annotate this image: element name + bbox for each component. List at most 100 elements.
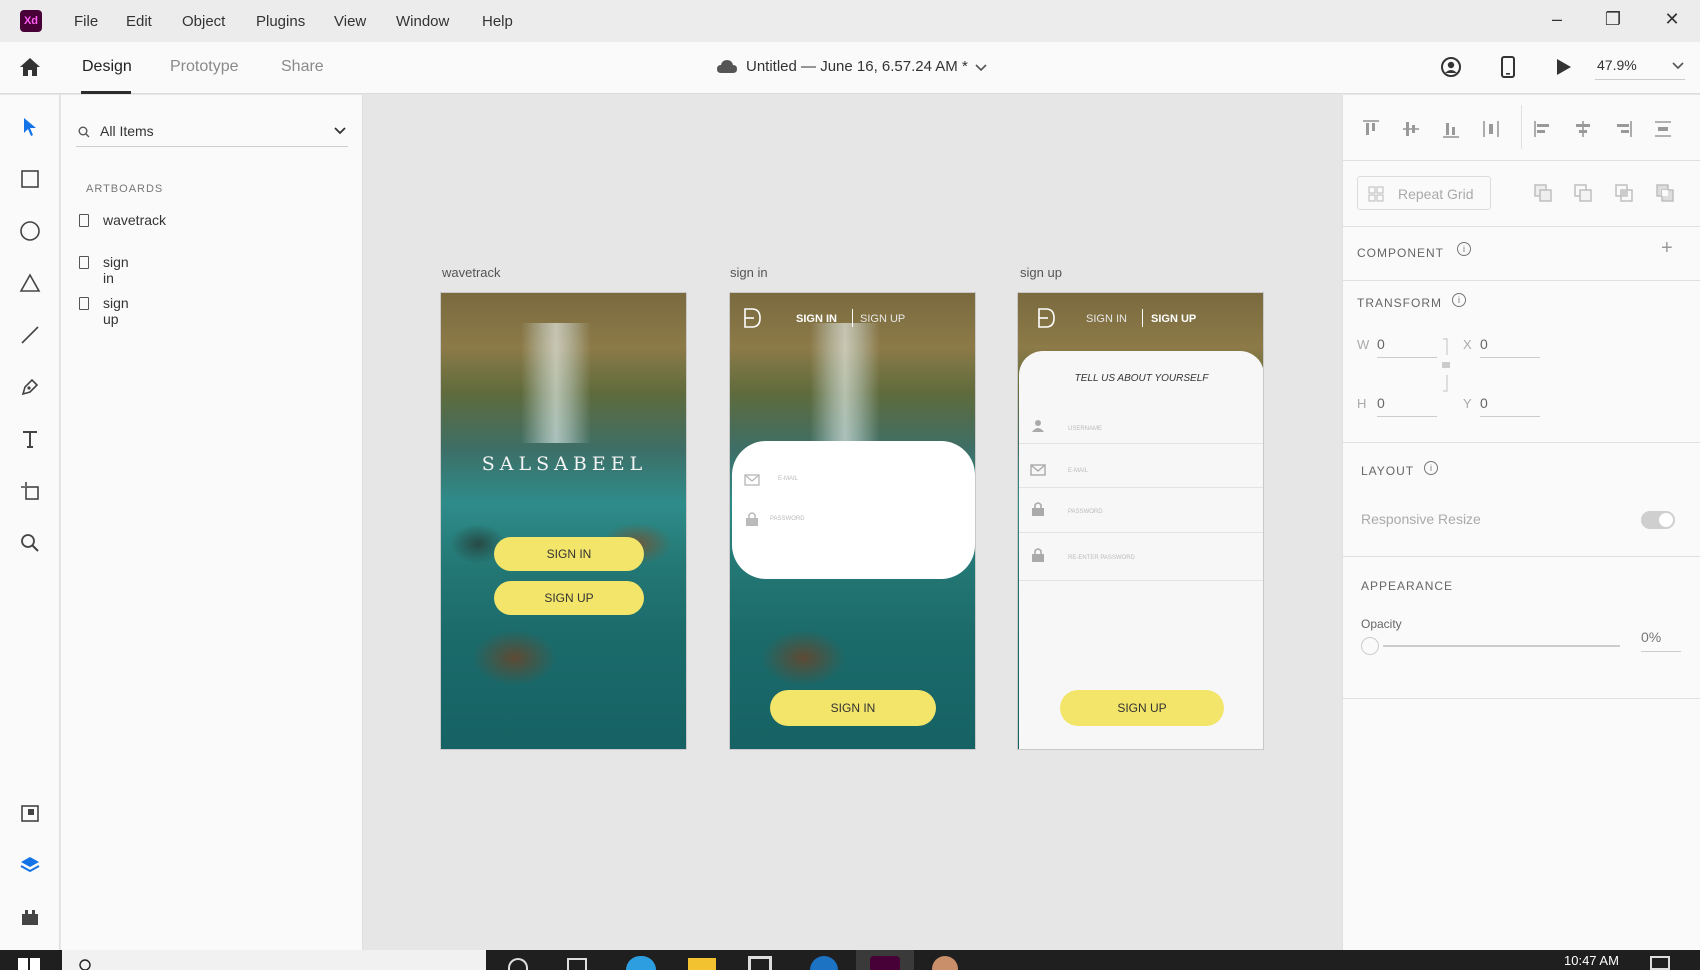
- select-tool-icon[interactable]: [18, 115, 42, 139]
- artboard-label-wavetrack[interactable]: wavetrack: [442, 265, 501, 280]
- plugins-icon[interactable]: [18, 905, 42, 929]
- home-icon[interactable]: [18, 56, 42, 78]
- info-icon[interactable]: i: [1424, 461, 1438, 475]
- task-view-icon[interactable]: [508, 958, 528, 970]
- assets-icon[interactable]: [18, 801, 42, 825]
- responsive-resize-toggle[interactable]: [1641, 511, 1675, 529]
- xd-taskbar-item[interactable]: [856, 950, 914, 970]
- sign-in-button[interactable]: SIGN IN: [494, 537, 644, 571]
- artboard-wavetrack[interactable]: SALSABEEL SIGN IN SIGN UP: [440, 292, 687, 750]
- restore-icon[interactable]: ❐: [1598, 9, 1628, 30]
- menu-window[interactable]: Window: [396, 13, 449, 30]
- opacity-slider-track[interactable]: [1383, 645, 1620, 647]
- play-icon[interactable]: [1555, 57, 1573, 77]
- width-input[interactable]: 0: [1377, 336, 1385, 352]
- tab-sign-up[interactable]: SIGN UP: [860, 313, 905, 325]
- info-icon[interactable]: i: [1457, 242, 1471, 256]
- y-input[interactable]: 0: [1480, 395, 1488, 411]
- close-icon[interactable]: ✕: [1657, 9, 1687, 30]
- device-preview-icon[interactable]: [1500, 55, 1516, 79]
- polygon-tool-icon[interactable]: [18, 271, 42, 295]
- artboard-sign-up[interactable]: SIGN IN SIGN UP TELL US ABOUT YOURSELF U…: [1017, 292, 1264, 750]
- lock-aspect-icon[interactable]: [1439, 337, 1451, 393]
- taskbar-search-box[interactable]: [62, 950, 486, 970]
- user-app-icon[interactable]: [932, 956, 958, 970]
- align-right-icon[interactable]: [1613, 119, 1633, 139]
- taskbar-clock[interactable]: 10:47 AM: [1564, 953, 1619, 968]
- text-tool-icon[interactable]: [18, 427, 42, 451]
- tab-design[interactable]: Design: [82, 58, 132, 76]
- sign-in-button[interactable]: SIGN IN: [770, 690, 936, 726]
- menu-object[interactable]: Object: [182, 13, 225, 30]
- distribute-vertical-icon[interactable]: [1481, 119, 1501, 139]
- field-divider: [1019, 580, 1263, 581]
- user-icon[interactable]: [1440, 56, 1462, 78]
- rectangle-tool-icon[interactable]: [18, 167, 42, 191]
- appearance-label: APPEARANCE: [1361, 579, 1454, 593]
- tab-share[interactable]: Share: [281, 58, 324, 76]
- info-icon[interactable]: i: [1452, 293, 1466, 307]
- menu-view[interactable]: View: [334, 13, 366, 30]
- windows-start-icon[interactable]: [18, 954, 40, 970]
- tab-prototype[interactable]: Prototype: [170, 58, 238, 76]
- align-middle-icon[interactable]: [1401, 119, 1421, 139]
- sign-up-button[interactable]: SIGN UP: [494, 581, 644, 615]
- menu-help[interactable]: Help: [482, 13, 513, 30]
- store-icon[interactable]: [748, 956, 772, 970]
- repeat-grid-button[interactable]: Repeat Grid: [1357, 176, 1491, 210]
- tab-sign-in[interactable]: SIGN IN: [796, 313, 837, 325]
- zoom-level[interactable]: 47.9%: [1597, 57, 1637, 73]
- tab-sign-in[interactable]: SIGN IN: [1086, 313, 1127, 325]
- field-divider: [1019, 443, 1263, 444]
- boolean-subtract-icon[interactable]: [1573, 183, 1593, 203]
- reenter-password-field[interactable]: RE-ENTER PASSWORD: [1068, 555, 1135, 561]
- document-title[interactable]: Untitled — June 16, 6.57.24 AM *: [746, 58, 968, 75]
- align-center-icon[interactable]: [1573, 119, 1593, 139]
- align-left-icon[interactable]: [1533, 119, 1553, 139]
- minimize-icon[interactable]: –: [1542, 9, 1572, 30]
- notification-icon[interactable]: [1650, 956, 1670, 970]
- chevron-down-icon[interactable]: [975, 64, 987, 72]
- layers-filter-dropdown[interactable]: All Items: [76, 117, 348, 147]
- password-field[interactable]: PASSWORD: [770, 516, 805, 522]
- height-input[interactable]: 0: [1377, 395, 1385, 411]
- password-field[interactable]: PASSWORD: [1068, 509, 1103, 515]
- mail-app-icon[interactable]: [810, 956, 838, 970]
- tab-sign-up[interactable]: SIGN UP: [1151, 313, 1196, 325]
- x-input[interactable]: 0: [1480, 336, 1488, 352]
- email-field[interactable]: E-MAIL: [1068, 468, 1088, 474]
- align-top-icon[interactable]: [1361, 119, 1381, 139]
- artboard-label-sign-in[interactable]: sign in: [730, 265, 768, 280]
- file-explorer-icon[interactable]: [688, 958, 716, 970]
- widgets-icon[interactable]: [567, 958, 587, 970]
- artboard-label-sign-up[interactable]: sign up: [1020, 265, 1062, 280]
- signup-form-card: TELL US ABOUT YOURSELF USERNAME E-MAIL P…: [1019, 351, 1263, 749]
- distribute-horizontal-icon[interactable]: [1653, 119, 1673, 139]
- layers-icon[interactable]: [18, 853, 42, 877]
- artboard-sign-in[interactable]: SIGN IN SIGN UP E-MAIL PASSWORD SIGN IN: [729, 292, 976, 750]
- boolean-intersect-icon[interactable]: [1614, 183, 1634, 203]
- mail-icon: [1030, 464, 1046, 476]
- boolean-add-icon[interactable]: [1533, 183, 1553, 203]
- email-field[interactable]: E-MAIL: [778, 476, 798, 482]
- add-component-icon[interactable]: +: [1661, 237, 1673, 260]
- menu-edit[interactable]: Edit: [126, 13, 152, 30]
- zoom-tool-icon[interactable]: [18, 531, 42, 555]
- opacity-slider-handle[interactable]: [1361, 637, 1379, 655]
- line-tool-icon[interactable]: [18, 323, 42, 347]
- opacity-input[interactable]: 0%: [1641, 629, 1661, 645]
- menu-file[interactable]: File: [74, 13, 98, 30]
- height-label: H: [1357, 396, 1367, 411]
- design-canvas[interactable]: wavetrack SALSABEEL SIGN IN SIGN UP sign…: [364, 95, 1342, 950]
- ellipse-tool-icon[interactable]: [18, 219, 42, 243]
- menu-plugins[interactable]: Plugins: [256, 13, 305, 30]
- sign-up-button[interactable]: SIGN UP: [1060, 690, 1224, 726]
- align-bottom-icon[interactable]: [1441, 119, 1461, 139]
- edge-icon[interactable]: [626, 956, 656, 970]
- pen-tool-icon[interactable]: [18, 375, 42, 399]
- boolean-exclude-icon[interactable]: [1655, 183, 1675, 203]
- tab-divider: [1142, 309, 1143, 327]
- username-field[interactable]: USERNAME: [1068, 426, 1102, 432]
- zoom-chevron-icon[interactable]: [1672, 62, 1684, 70]
- artboard-tool-icon[interactable]: [18, 479, 42, 503]
